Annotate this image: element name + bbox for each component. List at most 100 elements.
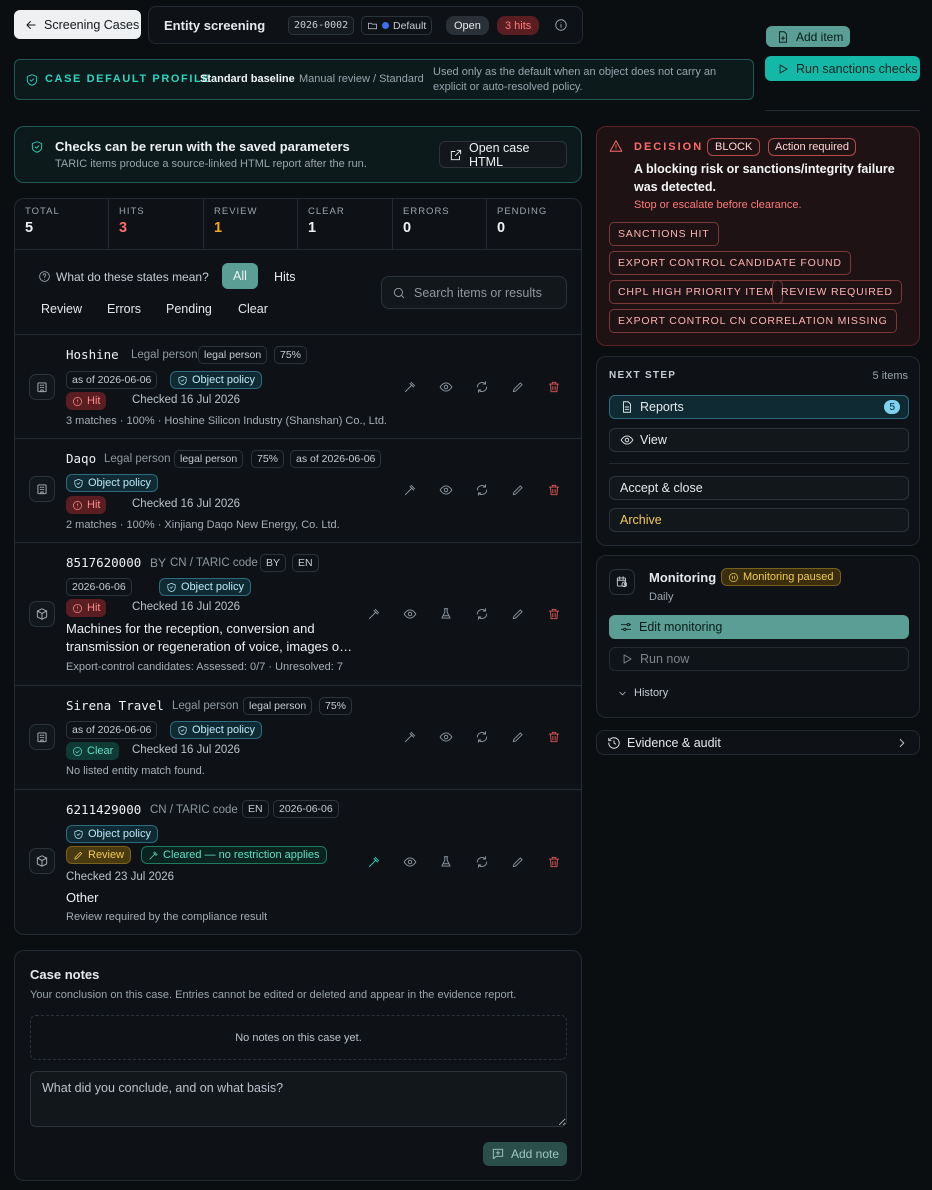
decision-tag: REVIEW REQUIRED	[772, 280, 902, 304]
item-date: 2026-06-06	[273, 800, 339, 818]
add-item-button[interactable]: Add item	[766, 26, 850, 47]
item-country-tag: BY	[260, 554, 287, 572]
pencil-icon[interactable]	[509, 605, 527, 623]
run-sanctions-button[interactable]: Run sanctions checks	[765, 56, 920, 81]
edit-monitoring-button[interactable]: Edit monitoring	[609, 615, 909, 639]
filter-errors[interactable]: Errors	[107, 302, 141, 316]
pencil-icon[interactable]	[509, 481, 527, 499]
item-date: 2026-06-06	[66, 578, 132, 596]
run-now-button[interactable]: Run now	[609, 647, 909, 671]
trash-icon[interactable]	[545, 481, 563, 499]
chevron-down-icon	[617, 688, 628, 699]
eye-icon[interactable]	[401, 605, 419, 623]
item-detail: Review required by the compliance result	[66, 911, 268, 923]
item-asof: as of 2026-06-06	[66, 371, 158, 389]
pencil-icon	[73, 850, 84, 861]
next-step-label: NEXT STEP	[609, 370, 677, 381]
add-note-button[interactable]: Add note	[483, 1142, 567, 1166]
filter-clear[interactable]: Clear	[238, 302, 268, 316]
item-score: 75%	[251, 450, 285, 468]
refresh-icon[interactable]	[473, 605, 491, 623]
accept-close-button[interactable]: Accept & close	[609, 476, 909, 500]
decision-panel: DECISION BLOCK Action required A blockin…	[596, 126, 920, 346]
rerun-subtitle: TARIC items produce a source-linked HTML…	[55, 158, 367, 170]
building-icon	[29, 374, 55, 400]
item-tag: legal person	[198, 346, 268, 364]
refresh-icon[interactable]	[473, 481, 491, 499]
note-textarea[interactable]	[30, 1071, 567, 1127]
list-item[interactable]: 6211429000 CN / TARIC code EN 2026-06-06…	[15, 789, 581, 934]
states-help-link[interactable]: What do these states mean?	[56, 270, 209, 284]
item-detail: Export-control candidates: Assessed: 0/7…	[66, 661, 343, 673]
refresh-icon[interactable]	[473, 728, 491, 746]
archive-button[interactable]: Archive	[609, 508, 909, 532]
pencil-icon[interactable]	[509, 853, 527, 871]
play-icon	[776, 62, 790, 76]
search-icon	[392, 286, 406, 300]
list-item[interactable]: 8517620000 BY CN / TARIC code BY EN 2026…	[15, 542, 581, 685]
package-icon	[29, 848, 55, 874]
trash-icon[interactable]	[545, 378, 563, 396]
filter-hits[interactable]: Hits	[274, 270, 296, 284]
folder-badge[interactable]: Default	[361, 16, 433, 35]
monitoring-frequency: Daily	[649, 591, 674, 603]
list-item[interactable]: Daqo Legal person legal person 75% as of…	[15, 438, 581, 542]
filter-pending[interactable]: Pending	[166, 302, 212, 316]
gavel-icon[interactable]	[365, 605, 383, 623]
profile-note: Used only as the default when an object …	[433, 66, 717, 93]
eye-icon[interactable]	[437, 378, 455, 396]
eye-icon[interactable]	[437, 728, 455, 746]
trash-icon[interactable]	[545, 605, 563, 623]
monitoring-panel: Monitoring Monitoring paused Daily Edit …	[596, 555, 920, 718]
item-description: Machines for the reception, conversion a…	[66, 621, 353, 654]
alert-circle-icon	[72, 603, 83, 614]
list-item[interactable]: Sirena Travel Legal person legal person …	[15, 685, 581, 789]
item-asof: as of 2026-06-06	[66, 721, 158, 739]
rerun-panel: Checks can be rerun with the saved param…	[14, 126, 582, 183]
back-button[interactable]: Screening Cases	[14, 10, 141, 39]
flask-icon[interactable]	[437, 853, 455, 871]
open-case-html-button[interactable]: Open case HTML	[439, 141, 567, 169]
list-item[interactable]: Hoshine Legal person legal person 75% as…	[15, 334, 581, 438]
info-icon[interactable]	[554, 18, 568, 32]
state-badge: Review	[66, 846, 132, 864]
state-badge: Hit	[66, 496, 107, 514]
stats-row: TOTAL 5 HITS 3 REVIEW 1 CLEAR 1 ERRORS 0 PEND…	[15, 199, 581, 250]
cleared-badge: Cleared — no restriction applies	[141, 846, 327, 864]
gavel-icon[interactable]	[401, 728, 419, 746]
stat-pending: PENDING 0	[497, 206, 548, 236]
pencil-icon[interactable]	[509, 728, 527, 746]
item-description: Other	[66, 890, 99, 905]
state-badge: Clear	[66, 742, 120, 760]
history-toggle[interactable]: History	[617, 683, 668, 703]
play-icon	[620, 652, 634, 666]
flask-icon[interactable]	[437, 605, 455, 623]
eye-icon[interactable]	[437, 481, 455, 499]
search-input[interactable]	[414, 283, 562, 303]
alert-circle-icon	[72, 500, 83, 511]
reports-button[interactable]: Reports 5	[609, 395, 909, 419]
evidence-audit-toggle[interactable]: Evidence & audit	[596, 730, 920, 755]
case-default-profile: CASE DEFAULT PROFILE Standard baseline M…	[14, 59, 754, 100]
item-type: CN / TARIC code	[170, 557, 258, 569]
shield-check-icon	[30, 140, 44, 154]
calendar-clock-icon	[609, 569, 635, 595]
gavel-icon[interactable]	[365, 853, 383, 871]
item-score: 75%	[319, 697, 353, 715]
pencil-icon[interactable]	[509, 378, 527, 396]
gavel-icon[interactable]	[401, 378, 419, 396]
rerun-title: Checks can be rerun with the saved param…	[55, 139, 350, 154]
refresh-icon[interactable]	[473, 378, 491, 396]
trash-icon[interactable]	[545, 728, 563, 746]
help-circle-icon[interactable]	[38, 270, 51, 283]
stat-errors: ERRORS 0	[393, 199, 487, 249]
refresh-icon[interactable]	[473, 853, 491, 871]
stat-review: REVIEW 1	[204, 199, 298, 249]
filter-all[interactable]: All	[222, 263, 258, 289]
gavel-icon[interactable]	[401, 481, 419, 499]
filter-review[interactable]: Review	[41, 302, 82, 316]
shield-icon	[177, 725, 188, 736]
view-button[interactable]: View	[609, 428, 909, 452]
eye-icon[interactable]	[401, 853, 419, 871]
trash-icon[interactable]	[545, 853, 563, 871]
